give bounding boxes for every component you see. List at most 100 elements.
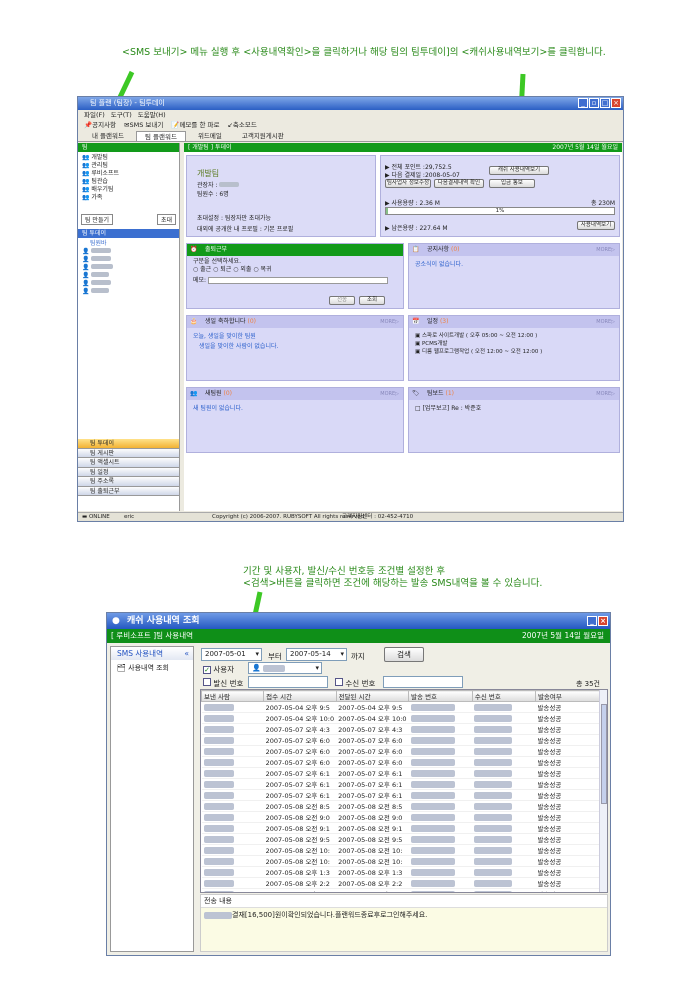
board-more-link[interactable]: MORE▷ bbox=[596, 388, 615, 400]
user-select[interactable]: 👤 ▾ bbox=[248, 662, 322, 674]
option-radio[interactable]: ○ 복귀 bbox=[253, 266, 271, 273]
restore-icon[interactable]: ▫ bbox=[589, 98, 599, 108]
scrollbar[interactable] bbox=[599, 690, 607, 892]
cash-history-button[interactable]: 캐쉬 사용내역보기 bbox=[489, 166, 549, 175]
scrollbar-thumb[interactable] bbox=[601, 704, 607, 804]
user-checkbox[interactable]: ✓ 사용자 bbox=[203, 664, 234, 675]
notice-more-link[interactable]: MORE▷ bbox=[596, 244, 615, 256]
col-receive-number[interactable]: 수신 번호 bbox=[471, 690, 536, 702]
table-row[interactable]: 2007-05-08 오전 8:5 2007-05-08 오전 8:5 발송성공 bbox=[201, 800, 601, 812]
date-to-select[interactable]: 2007-05-14 ▾ bbox=[286, 648, 347, 661]
option-radio[interactable]: ○ 출근 bbox=[193, 266, 211, 273]
option-radio[interactable]: ○ 외출 bbox=[233, 266, 251, 273]
sender-checkbox[interactable]: 발신 번호 bbox=[203, 678, 243, 689]
receiver-input[interactable] bbox=[383, 676, 463, 688]
receiver-checkbox[interactable]: 수신 번호 bbox=[335, 678, 375, 689]
schedule-item[interactable]: ▣ 스파로 사이트개발 ( 오후 05:00 ~ 오전 12:00 ) bbox=[415, 332, 613, 340]
nav-team-sheet[interactable]: 팀 액셀시트 bbox=[78, 458, 179, 468]
toolbar-memo-button[interactable]: 📝메모를 한 파로 bbox=[171, 120, 219, 131]
team-name: 개발팀 bbox=[197, 169, 220, 178]
schedule-item[interactable]: ▣ PCMS개발 bbox=[415, 340, 613, 348]
nav-team-contacts[interactable]: 팀 주소록 bbox=[78, 477, 179, 487]
tree-item[interactable]: 👥 배우기팀 bbox=[82, 186, 175, 194]
tab-support-board[interactable]: 고객지원게시판 bbox=[234, 131, 292, 141]
make-team-button[interactable]: 팀 만들기 bbox=[81, 214, 113, 225]
memo-input[interactable] bbox=[207, 277, 388, 284]
menu-file[interactable]: 파일(F) bbox=[84, 110, 105, 120]
tree-item[interactable]: 👥 개발팀 bbox=[82, 154, 175, 162]
menu-help[interactable]: 도움말(H) bbox=[138, 110, 166, 120]
table-row[interactable]: 2007-05-08 오전 10: 2007-05-08 오전 10: 발송성공 bbox=[201, 855, 601, 867]
maximize-icon[interactable]: □ bbox=[600, 98, 610, 108]
toolbar-minimize-mode-button[interactable]: ↙축소모드 bbox=[227, 120, 256, 131]
content-text-value: 결재[16,500]원이확인되었습니다.플랜워드종료후로그인해주세요. bbox=[232, 911, 428, 919]
toolbar-sms-button[interactable]: ✉SMS 보내기 bbox=[124, 120, 163, 131]
attendance-choose-text: 구분을 선택하세요. bbox=[193, 258, 241, 265]
table-row[interactable]: 2007-05-08 오후 1:3 2007-05-08 오후 1:3 발송성공 bbox=[201, 866, 601, 878]
sms-side-item[interactable]: 🗂 사용내역 조회 bbox=[111, 660, 193, 676]
invite-button[interactable]: 초대 bbox=[156, 214, 176, 225]
option-radio[interactable]: ○ 퇴근 bbox=[213, 266, 231, 273]
date-from-select[interactable]: 2007-05-01 ▾ bbox=[201, 648, 262, 661]
tab-team-planword[interactable]: 팀 플랜워드 bbox=[135, 131, 186, 141]
table-row[interactable]: 2007-05-08 오전 9:0 2007-05-08 오전 9:0 발송성공 bbox=[201, 811, 601, 823]
schedule-item[interactable]: ▣ 디룸 웹프로그램작업 ( 오전 12:00 ~ 오전 12:00 ) bbox=[415, 348, 613, 356]
usage-history-button[interactable]: 사용내역보기 bbox=[577, 221, 615, 230]
toolbar-notice-button[interactable]: 📌공지사항 bbox=[84, 120, 116, 131]
table-row[interactable]: 2007-05-07 오후 6:0 2007-05-07 오후 6:0 발송성공 bbox=[201, 734, 601, 746]
member-item[interactable]: 👤 bbox=[82, 280, 175, 288]
table-row[interactable]: 2007-05-08 오전 10: 2007-05-08 오전 10: 발송성공 bbox=[201, 844, 601, 856]
board-item[interactable]: □ [업무보고] Re : 박준호 bbox=[415, 404, 613, 414]
member-item[interactable]: 👤 bbox=[82, 256, 175, 264]
member-item[interactable]: 👤 bbox=[82, 264, 175, 272]
next-payment-button[interactable]: 다음결제내역 확인 bbox=[434, 179, 484, 188]
tree-item[interactable]: 👥 루비소프트 bbox=[82, 170, 175, 178]
deposit-notify-button[interactable]: 입금 통보 bbox=[489, 179, 535, 188]
nav-team-attendance[interactable]: 팀 출퇴근부 bbox=[78, 486, 179, 496]
close-icon[interactable]: × bbox=[611, 98, 621, 108]
table-row[interactable]: 2007-05-07 오후 6:1 2007-05-07 오후 6:1 발송성공 bbox=[201, 767, 601, 779]
collapse-icon[interactable]: « bbox=[184, 647, 189, 660]
col-delivered-time[interactable]: 전달된 시간 bbox=[335, 690, 410, 702]
nav-team-today[interactable]: 팀 투데이 bbox=[78, 439, 179, 449]
col-send-number[interactable]: 발송 번호 bbox=[408, 690, 473, 702]
team-info-edit-button[interactable]: 팀사업자 정보수정 bbox=[385, 179, 431, 188]
member-item[interactable]: 👤 bbox=[82, 248, 175, 256]
col-received-time[interactable]: 접수 시간 bbox=[263, 690, 337, 702]
tab-withmail[interactable]: 위드메일 bbox=[190, 131, 230, 141]
search-button[interactable]: 검색 bbox=[384, 647, 424, 662]
tree-item[interactable]: 👥 팀관습 bbox=[82, 178, 175, 186]
tree-item[interactable]: 👥 가족 bbox=[82, 194, 175, 202]
close-icon[interactable]: × bbox=[598, 616, 608, 626]
member-item[interactable]: 👤 bbox=[82, 288, 175, 296]
table-row[interactable]: 2007-05-08 오후 3:32007-05-08 오후 3:3 발송성공 bbox=[201, 888, 601, 892]
board-title: 팀보드 bbox=[427, 390, 444, 397]
tab-my-planword[interactable]: 내 플랜워드 bbox=[84, 131, 132, 141]
col-sender-name[interactable]: 보낸 사람 bbox=[201, 690, 265, 702]
new-member-more-link[interactable]: MORE▷ bbox=[380, 388, 399, 400]
sender-input[interactable] bbox=[248, 676, 328, 688]
table-row[interactable]: 2007-05-04 오후 9:5 2007-05-04 오후 9:5 발송성공 bbox=[201, 701, 601, 713]
attendance-view-button[interactable]: 조회 bbox=[359, 296, 385, 305]
sms-side-header[interactable]: SMS 사용내역 « bbox=[111, 647, 193, 660]
table-row[interactable]: 2007-05-07 오후 4:3 2007-05-07 오후 4:3 발송성공 bbox=[201, 723, 601, 735]
table-row[interactable]: 2007-05-08 오후 2:2 2007-05-08 오후 2:2 발송성공 bbox=[201, 877, 601, 889]
col-status[interactable]: 발송여부 bbox=[534, 690, 602, 702]
member-item[interactable]: 👤 bbox=[82, 272, 175, 280]
menu-tools[interactable]: 도구(T) bbox=[111, 110, 132, 120]
table-row[interactable]: 2007-05-07 오후 6:1 2007-05-07 오후 6:1 발송성공 bbox=[201, 789, 601, 801]
table-row[interactable]: 2007-05-07 오후 6:0 2007-05-07 오후 6:0 발송성공 bbox=[201, 745, 601, 757]
table-row[interactable]: 2007-05-07 오후 6:0 2007-05-07 오후 6:0 발송성공 bbox=[201, 756, 601, 768]
schedule-more-link[interactable]: MORE▷ bbox=[596, 316, 615, 328]
attendance-send-button[interactable]: 전송 bbox=[329, 296, 355, 305]
table-row[interactable]: 2007-05-04 오후 10:0 2007-05-04 오후 10:0 발송성공 bbox=[201, 712, 601, 724]
minimize-icon[interactable]: _ bbox=[587, 616, 597, 626]
tree-item[interactable]: 👥 관리팀 bbox=[82, 162, 175, 170]
minimize-icon[interactable]: _ bbox=[578, 98, 588, 108]
nav-team-board[interactable]: 팀 게시판 bbox=[78, 448, 179, 458]
table-row[interactable]: 2007-05-08 오전 9:5 2007-05-08 오전 9:5 발송성공 bbox=[201, 833, 601, 845]
table-row[interactable]: 2007-05-07 오후 6:1 2007-05-07 오후 6:1 발송성공 bbox=[201, 778, 601, 790]
birthday-more-link[interactable]: MORE▷ bbox=[380, 316, 399, 328]
nav-team-schedule[interactable]: 팀 일정 bbox=[78, 467, 179, 477]
table-row[interactable]: 2007-05-08 오전 9:1 2007-05-08 오전 9:1 발송성공 bbox=[201, 822, 601, 834]
